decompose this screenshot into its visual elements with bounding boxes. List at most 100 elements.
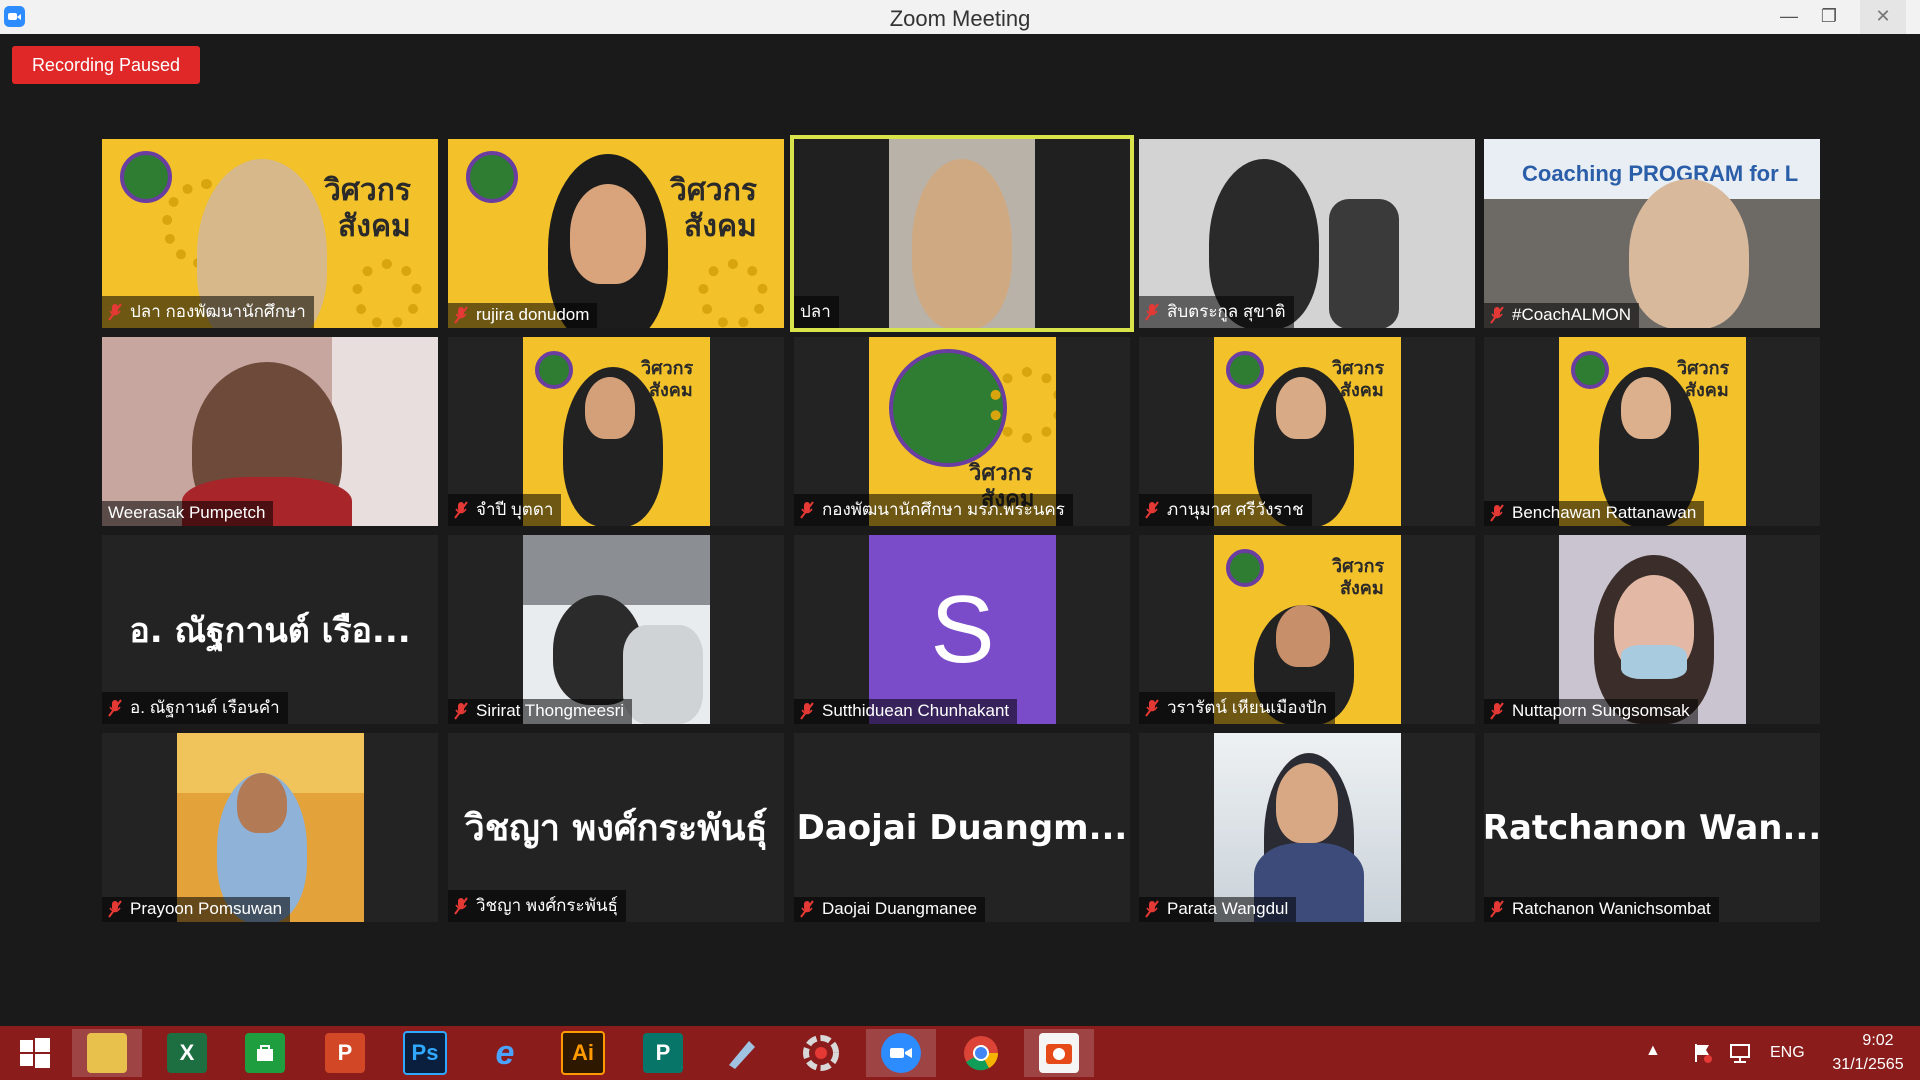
person-face [1621,377,1671,439]
participant-tile[interactable]: วิศวกร สังคม กองพัฒนานักศึกษา มรภ.พระนคร [794,337,1130,526]
participant-name-label: Benchawan Rattanawan [1484,501,1705,526]
participant-tile[interactable]: Daojai Duangm... Daojai Duangmanee [794,733,1130,922]
participant-tile[interactable]: Ratchanon Wan... Ratchanon Wanichsombat [1484,733,1820,922]
participant-tile[interactable]: Sirirat Thongmeesri [448,535,784,724]
participant-tile[interactable]: วิศวกร สังคม rujira donudom [448,139,784,328]
taskbar-chrome[interactable] [946,1029,1016,1077]
person-figure [1629,179,1749,328]
participant-name-label: Weerasak Pumpetch [102,501,274,526]
participant-name-label: Nuttaporn Sungsomsak [1484,699,1698,724]
muted-mic-icon [108,698,122,717]
university-seal-icon [535,351,573,389]
participant-name: Daojai Duangmanee [822,899,977,918]
muted-mic-icon [1145,500,1159,519]
participant-video [1214,733,1401,922]
action-center-flag-icon[interactable] [1692,1042,1714,1069]
clock-date[interactable]: 31/1/2565 [1818,1056,1918,1074]
participant-tile[interactable]: Weerasak Pumpetch [102,337,438,526]
gear-icon [989,367,1056,443]
person-face [1276,763,1338,843]
participant-name: Nuttaporn Sungsomsak [1512,701,1690,720]
mountain-background [523,535,710,605]
participant-tile[interactable]: วิศวกร สังคม จำปี บุตดา [448,337,784,526]
participant-tile[interactable]: สิบตระกูล สุขาติ [1139,139,1475,328]
university-seal-icon [466,151,518,203]
muted-mic-icon [454,500,468,519]
participant-tile[interactable]: อ. ณัฐกานต์ เรือ... อ. ณัฐกานต์ เรือนคำ [102,535,438,724]
taskbar-photoscape[interactable] [786,1029,856,1077]
participant-video: Coaching PROGRAM for L [1484,139,1820,328]
participant-tile[interactable]: S Sutthiduean Chunhakant [794,535,1130,724]
participant-name-label: Prayoon Pomsuwan [102,897,291,922]
participant-name: ภานุมาศ ศรีวังราช [1167,500,1304,519]
taskbar-photo-app[interactable] [1024,1029,1094,1077]
taskbar-file-explorer[interactable] [72,1029,142,1077]
participant-tile[interactable]: วิศวกร สังคม ภานุมาศ ศรีวังราช [1139,337,1475,526]
participant-name-label: rujira donudom [448,303,598,328]
participant-video [794,139,1130,328]
input-language-indicator[interactable]: ENG [1770,1044,1805,1062]
photo-app-icon [1039,1033,1079,1073]
taskbar-powerpoint[interactable]: P [310,1029,380,1077]
folder-icon [87,1033,127,1073]
participant-tile[interactable]: Nuttaporn Sungsomsak [1484,535,1820,724]
chrome-icon [961,1033,1001,1073]
participant-name-label: กองพัฒนานักศึกษา มรภ.พระนคร [794,494,1073,526]
network-icon[interactable] [1728,1042,1752,1069]
participant-name-label: #CoachALMON [1484,303,1640,328]
participant-name: Sirirat Thongmeesri [476,701,625,720]
participant-tile[interactable]: วิศวกร สังคม Benchawan Rattanawan [1484,337,1820,526]
windows-taskbar: X P Ps e Ai P ▲ ENG [0,1026,1920,1080]
taskbar-photoshop[interactable]: Ps [390,1029,460,1077]
participant-tile-active-speaker[interactable]: ปลา [790,135,1134,332]
taskbar-zoom[interactable] [866,1029,936,1077]
taskbar-excel[interactable]: X [152,1029,222,1077]
muted-mic-icon [108,302,122,321]
participant-video [523,535,710,724]
participant-name-label: Daojai Duangmanee [794,897,985,922]
participant-name-label: ปลา [794,296,839,328]
show-hidden-icons-button[interactable]: ▲ [1645,1042,1661,1060]
taskbar-illustrator[interactable]: Ai [548,1029,618,1077]
photoscape-icon [801,1033,841,1073]
university-seal-icon [1226,549,1264,587]
start-button[interactable] [0,1029,70,1077]
muted-mic-icon [1145,302,1159,321]
taskbar-store[interactable] [230,1029,300,1077]
participant-name: สิบตระกูล สุขาติ [1167,302,1286,321]
participant-tile[interactable]: Coaching PROGRAM for L #CoachALMON [1484,139,1820,328]
taskbar-publisher[interactable]: P [628,1029,698,1077]
person-face [570,184,646,284]
taskbar-internet-explorer[interactable]: e [470,1029,540,1077]
muted-mic-icon [454,896,468,915]
participant-avatar: S [869,535,1056,724]
university-seal-icon [1571,351,1609,389]
participant-name: Weerasak Pumpetch [108,503,266,522]
participant-tile[interactable]: วิศวกร สังคม วรารัตน์ เหียนเมืองปัก [1139,535,1475,724]
participant-tile[interactable]: Parata Wangdul [1139,733,1475,922]
participant-tile[interactable]: Prayoon Pomsuwan [102,733,438,922]
participant-name: วิชญา พงศ์กระพันธุ์ [476,896,618,915]
participant-name-label: Sutthiduean Chunhakant [794,699,1018,724]
participant-name-label: Sirirat Thongmeesri [448,699,633,724]
muted-mic-icon [1145,900,1159,918]
participant-tile[interactable]: วิศวกร สังคม ปลา กองพัฒนานักศึกษา [102,139,438,328]
participant-name: ปลา กองพัฒนานักศึกษา [130,302,306,321]
person-figure [912,159,1012,328]
participant-tile[interactable]: วิชญา พงศ์กระพันธุ์ วิชญา พงศ์กระพันธุ์ [448,733,784,922]
pen-icon [721,1033,761,1073]
poster-subtitle: สังคม [1340,578,1384,599]
photoshop-icon: Ps [403,1031,447,1075]
participant-name-label: จำปี บุตดา [448,494,562,526]
illustrator-icon: Ai [561,1031,605,1075]
taskbar-pen-app[interactable] [706,1029,776,1077]
participant-video [102,337,438,526]
clock-time[interactable]: 9:02 [1838,1032,1918,1050]
person-face [585,377,635,439]
participant-name-label: ภานุมาศ ศรีวังราช [1139,494,1312,526]
university-seal-icon [120,151,172,203]
participant-name-label: วรารัตน์ เหียนเมืองปัก [1139,692,1335,724]
internet-explorer-icon: e [495,1033,515,1072]
participant-name: อ. ณัฐกานต์ เรือนคำ [130,698,280,717]
participant-name: Benchawan Rattanawan [1512,503,1697,522]
